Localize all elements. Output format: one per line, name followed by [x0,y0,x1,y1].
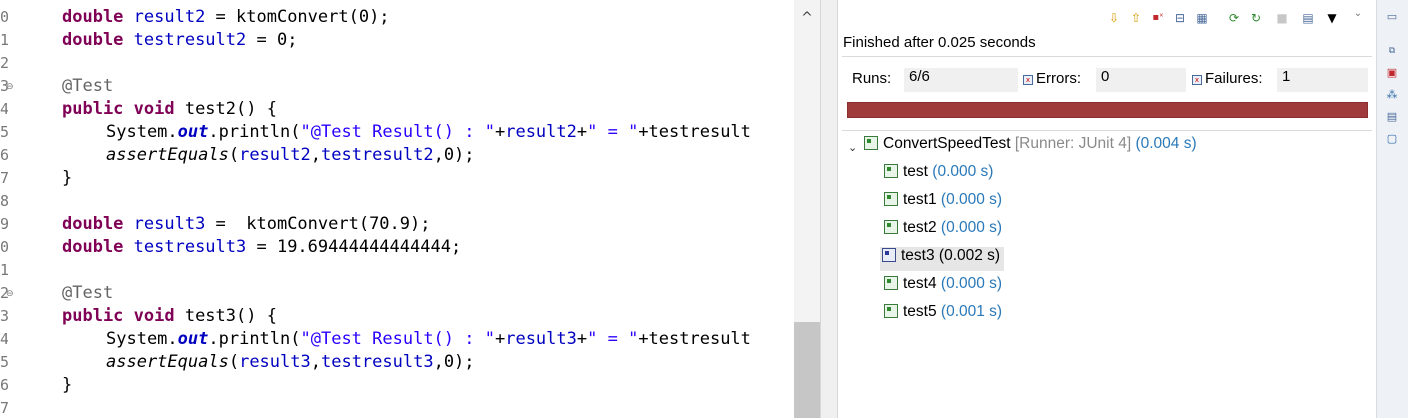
line-number: 5 [0,353,8,371]
code-line: @Test [62,76,114,96]
show-skipped-icon[interactable]: ▦ [1194,10,1210,26]
code-line: System.out.println("@Test Result() : "+r… [106,329,751,349]
line-number: 5 [0,123,8,141]
test-run-history-icon[interactable]: ▤ [1300,10,1316,26]
scroll-up-icon[interactable]: ^ [794,10,820,30]
error-icon: x [1023,75,1033,85]
line-number: 1 [0,261,8,279]
junit-toolbar: ⇩ ⇧ ▪ˣ ⊟ ▦ ⟳ ↻ ■ ▤ ▼ ⌄ [838,0,1376,34]
editor-scrollbar[interactable]: ^ [794,0,820,418]
test-case-row[interactable]: test (0.000 s) [882,163,997,187]
divider [842,130,1372,131]
view-menu-icon[interactable]: ▼ [1324,10,1340,26]
test-case-row[interactable]: test1 (0.000 s) [882,191,1006,215]
suite-node[interactable]: ConvertSpeedTest [Runner: JUnit 4] (0.00… [864,135,1197,159]
line-number: 6 [0,146,8,164]
fold-collapse-icon[interactable]: ⊖ [6,289,14,299]
rerun-test-icon[interactable]: ⟳ [1226,10,1242,26]
scroll-thumb[interactable] [794,322,820,418]
line-number: 6 [0,376,8,394]
stop-icon[interactable]: ■ [1274,10,1290,26]
test-case-row[interactable]: test4 (0.000 s) [882,275,1006,299]
progress-bar [847,102,1368,118]
show-failures-only-icon[interactable]: ▪ˣ [1150,10,1166,26]
hierarchy-icon[interactable]: ▣ [1385,66,1399,80]
divider [842,56,1372,57]
junit-icon[interactable]: ⧉ [1385,44,1399,58]
test-passed-icon [884,276,898,290]
code-line: double testresult3 = 19.69444444444444; [62,237,462,257]
scroll-lock-icon[interactable]: ⊟ [1172,10,1188,26]
fold-collapse-icon[interactable]: ⊖ [6,82,14,92]
code-line: assertEquals(result2,testresult2,0); [106,145,475,165]
right-trim-stack: ▭ ⧉ ▣ ⁂ ▤ ▢ [1376,0,1408,418]
code-editor[interactable]: 0 1 2 3 ⊖ 4 5 6 7 8 9 0 1 2 ⊖ 3 4 5 6 7 … [0,0,820,418]
line-number-gutter: 0 1 2 3 ⊖ 4 5 6 7 8 9 0 1 2 ⊖ 3 4 5 6 7 [0,0,20,418]
runs-count: 6/6 [904,68,1018,92]
outline-icon[interactable]: ⁂ [1385,88,1399,102]
view-divider[interactable] [820,0,838,418]
line-number: 8 [0,192,8,210]
code-line: double result2 = ktomConvert(0); [62,7,390,27]
code-line: } [62,168,73,188]
rerun-failed-first-icon[interactable]: ↻ [1248,10,1264,26]
restore-icon[interactable]: ▭ [1385,10,1399,24]
code-line: double result3 = ktomConvert(70.9); [62,214,431,234]
errors-count: 0 [1096,68,1186,92]
line-number: 0 [0,8,8,26]
properties-icon[interactable]: ▤ [1385,110,1399,124]
failures-count: 1 [1277,68,1368,92]
test-case-row-selected[interactable]: test3 (0.002 s) [880,247,1005,271]
runs-label: Runs: [852,70,892,87]
line-number: 9 [0,215,8,233]
line-number: 3 [0,307,8,325]
next-failure-icon[interactable]: ⇩ [1106,10,1122,26]
line-number: 0 [0,238,8,256]
line-number: 7 [0,169,8,187]
code-line: public void test3() { [62,306,277,326]
test-suite-icon [864,136,878,150]
chevron-down-icon[interactable]: ⌄ [848,141,857,154]
test-case-row[interactable]: test2 (0.000 s) [882,219,1006,243]
console-icon[interactable]: ▢ [1385,132,1399,146]
line-number: 4 [0,330,8,348]
failure-icon: x [1192,75,1202,85]
test-failed-icon [882,248,896,262]
test-case-row[interactable]: test5 (0.001 s) [882,303,1006,327]
test-passed-icon [884,192,898,206]
line-number: 2 [0,54,8,72]
code-line: double testresult2 = 0; [62,30,298,50]
code-line: } [62,375,73,395]
code-line: assertEquals(result3,testresult3,0); [106,352,475,372]
failures-label: Failures: [1205,70,1263,87]
test-passed-icon [884,304,898,318]
test-passed-icon [884,220,898,234]
code-line: @Test [62,283,114,303]
code-line: public void test2() { [62,99,277,119]
junit-view: ⇩ ⇧ ▪ˣ ⊟ ▦ ⟳ ↻ ■ ▤ ▼ ⌄ Finished after 0.… [838,0,1376,418]
minimize-icon[interactable]: ⌄ [1350,6,1366,22]
line-number: 4 [0,100,8,118]
run-status: Finished after 0.025 seconds [843,34,1036,51]
code-line: System.out.println("@Test Result() : "+r… [106,122,751,142]
previous-failure-icon[interactable]: ⇧ [1128,10,1144,26]
test-passed-icon [884,164,898,178]
line-number: 7 [0,399,8,417]
errors-label: Errors: [1036,70,1081,87]
line-number: 1 [0,31,8,49]
